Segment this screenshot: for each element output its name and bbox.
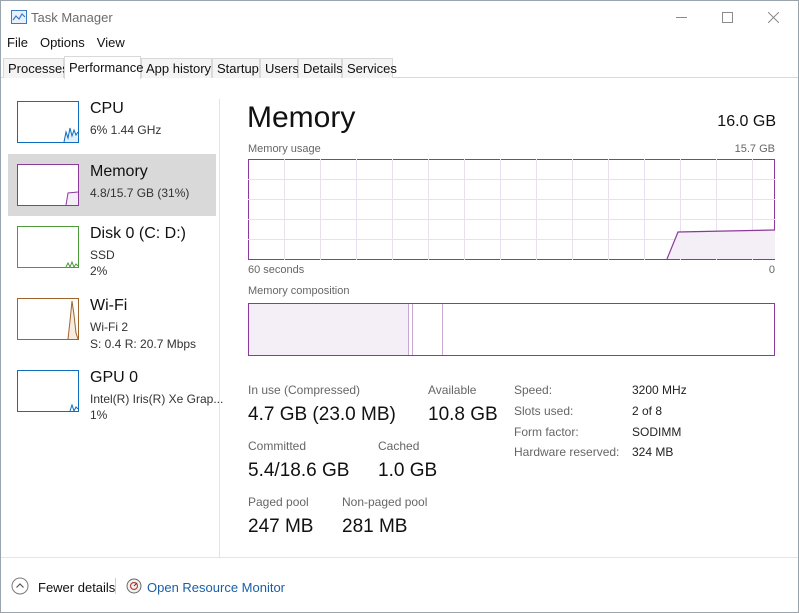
tab-strip: Processes Performance App history Startu…	[1, 56, 798, 79]
non-paged-pool-label: Non-paged pool	[342, 495, 428, 509]
sidebar-item-gpu[interactable]: GPU 0 Intel(R) Iris(R) Xe Grap... 1%	[8, 360, 223, 422]
menu-bar: File Options View	[1, 33, 131, 55]
available-label: Available	[428, 383, 477, 397]
performance-sidebar: CPU 6% 1.44 GHz Memory 4.8/15.7 GB (31%)…	[1, 79, 223, 557]
menu-options[interactable]: Options	[34, 33, 91, 55]
sidebar-item-detail: 6% 1.44 GHz	[90, 123, 162, 137]
form-factor-value: SODIMM	[632, 425, 682, 439]
committed-label: Committed	[248, 439, 307, 453]
menu-view[interactable]: View	[91, 33, 131, 55]
disk-thumbnail-graph	[17, 226, 79, 268]
composition-in-use	[249, 304, 409, 355]
minimize-icon	[675, 16, 687, 18]
sidebar-item-name: Memory	[90, 163, 148, 180]
chevron-up-circle-icon[interactable]	[11, 577, 29, 595]
sidebar-item-name: CPU	[90, 100, 124, 117]
resource-monitor-icon[interactable]	[126, 578, 142, 594]
composition-free	[444, 304, 774, 355]
non-paged-pool-value: 281 MB	[342, 516, 408, 537]
hardware-reserved-value: 324 MB	[632, 445, 674, 459]
cached-label: Cached	[378, 439, 420, 453]
sidebar-item-name: GPU 0	[90, 369, 139, 386]
sidebar-item-disk[interactable]: Disk 0 (C: D:) SSD 2%	[8, 216, 216, 278]
memory-total: 16.0 GB	[717, 113, 776, 130]
wifi-thumbnail-graph	[17, 298, 79, 340]
task-manager-icon	[11, 10, 27, 24]
minimize-button[interactable]	[658, 1, 704, 33]
sidebar-item-name: Disk 0 (C: D:)	[90, 225, 186, 242]
gpu-thumbnail-graph	[17, 370, 79, 412]
menu-file[interactable]: File	[1, 33, 34, 55]
composition-standby	[414, 304, 443, 355]
memory-usage-max: 15.7 GB	[734, 143, 775, 155]
page-title: Memory	[247, 101, 356, 134]
sidebar-item-cpu[interactable]: CPU 6% 1.44 GHz	[8, 91, 216, 153]
sidebar-item-detail: S: 0.4 R: 20.7 Mbps	[90, 337, 197, 351]
slots-value: 2 of 8	[632, 404, 663, 418]
paged-pool-value: 247 MB	[248, 516, 314, 537]
available-value: 10.8 GB	[428, 404, 498, 425]
hardware-reserved-label: Hardware reserved:	[514, 445, 620, 459]
maximize-button[interactable]	[704, 1, 750, 33]
sidebar-item-detail: SSD	[90, 248, 115, 262]
footer-separator	[115, 578, 116, 594]
tab-startup[interactable]: Startup	[212, 58, 260, 78]
memory-thumbnail-graph	[17, 164, 79, 206]
form-factor-label: Form factor:	[514, 425, 579, 439]
paged-pool-label: Paged pool	[248, 495, 309, 509]
memory-composition-bar	[248, 303, 775, 356]
speed-value: 3200 MHz	[632, 383, 687, 397]
slots-label: Slots used:	[514, 404, 574, 418]
fewer-details-button[interactable]: Fewer details	[38, 580, 115, 595]
cached-value: 1.0 GB	[378, 460, 438, 481]
sidebar-item-detail: 4.8/15.7 GB (31%)	[90, 186, 190, 200]
footer: Fewer details Open Resource Monitor	[1, 557, 798, 613]
tab-app-history[interactable]: App history	[141, 58, 212, 78]
sidebar-divider	[219, 99, 220, 557]
close-button[interactable]	[750, 1, 796, 33]
sidebar-item-detail: Wi-Fi 2	[90, 320, 128, 334]
memory-composition-label: Memory composition	[248, 285, 350, 297]
cpu-thumbnail-graph	[17, 101, 79, 143]
tab-processes[interactable]: Processes	[3, 58, 69, 78]
task-manager-window: Task Manager File Options View Processes…	[0, 0, 799, 613]
maximize-icon	[721, 11, 733, 23]
memory-panel: Memory 16.0 GB Memory usage 15.7 GB 60 s…	[221, 79, 798, 557]
time-axis-end: 0	[768, 264, 775, 276]
composition-modified	[409, 304, 413, 355]
sidebar-item-wifi[interactable]: Wi-Fi Wi-Fi 2 S: 0.4 R: 20.7 Mbps	[8, 288, 216, 351]
open-resource-monitor-link[interactable]: Open Resource Monitor	[147, 580, 285, 595]
sidebar-item-detail: 1%	[90, 408, 108, 422]
time-axis-start: 60 seconds	[248, 264, 305, 276]
tab-details[interactable]: Details	[298, 58, 343, 78]
tab-users[interactable]: Users	[260, 58, 299, 78]
close-icon	[767, 11, 779, 23]
tab-performance[interactable]: Performance	[64, 56, 143, 79]
sidebar-item-name: Wi-Fi	[90, 297, 128, 314]
sidebar-item-detail: Intel(R) Iris(R) Xe Grap...	[90, 392, 224, 406]
window-title: Task Manager	[31, 10, 113, 25]
sidebar-item-memory[interactable]: Memory 4.8/15.7 GB (31%)	[8, 154, 216, 216]
in-use-value: 4.7 GB (23.0 MB)	[248, 404, 396, 425]
in-use-label: In use (Compressed)	[248, 383, 361, 397]
title-bar[interactable]: Task Manager	[1, 1, 798, 33]
sidebar-item-detail: 2%	[90, 264, 108, 278]
tab-services[interactable]: Services	[342, 58, 397, 78]
memory-usage-label: Memory usage	[248, 143, 321, 155]
speed-label: Speed:	[514, 383, 553, 397]
committed-value: 5.4/18.6 GB	[248, 460, 350, 481]
memory-usage-graph	[248, 159, 775, 260]
